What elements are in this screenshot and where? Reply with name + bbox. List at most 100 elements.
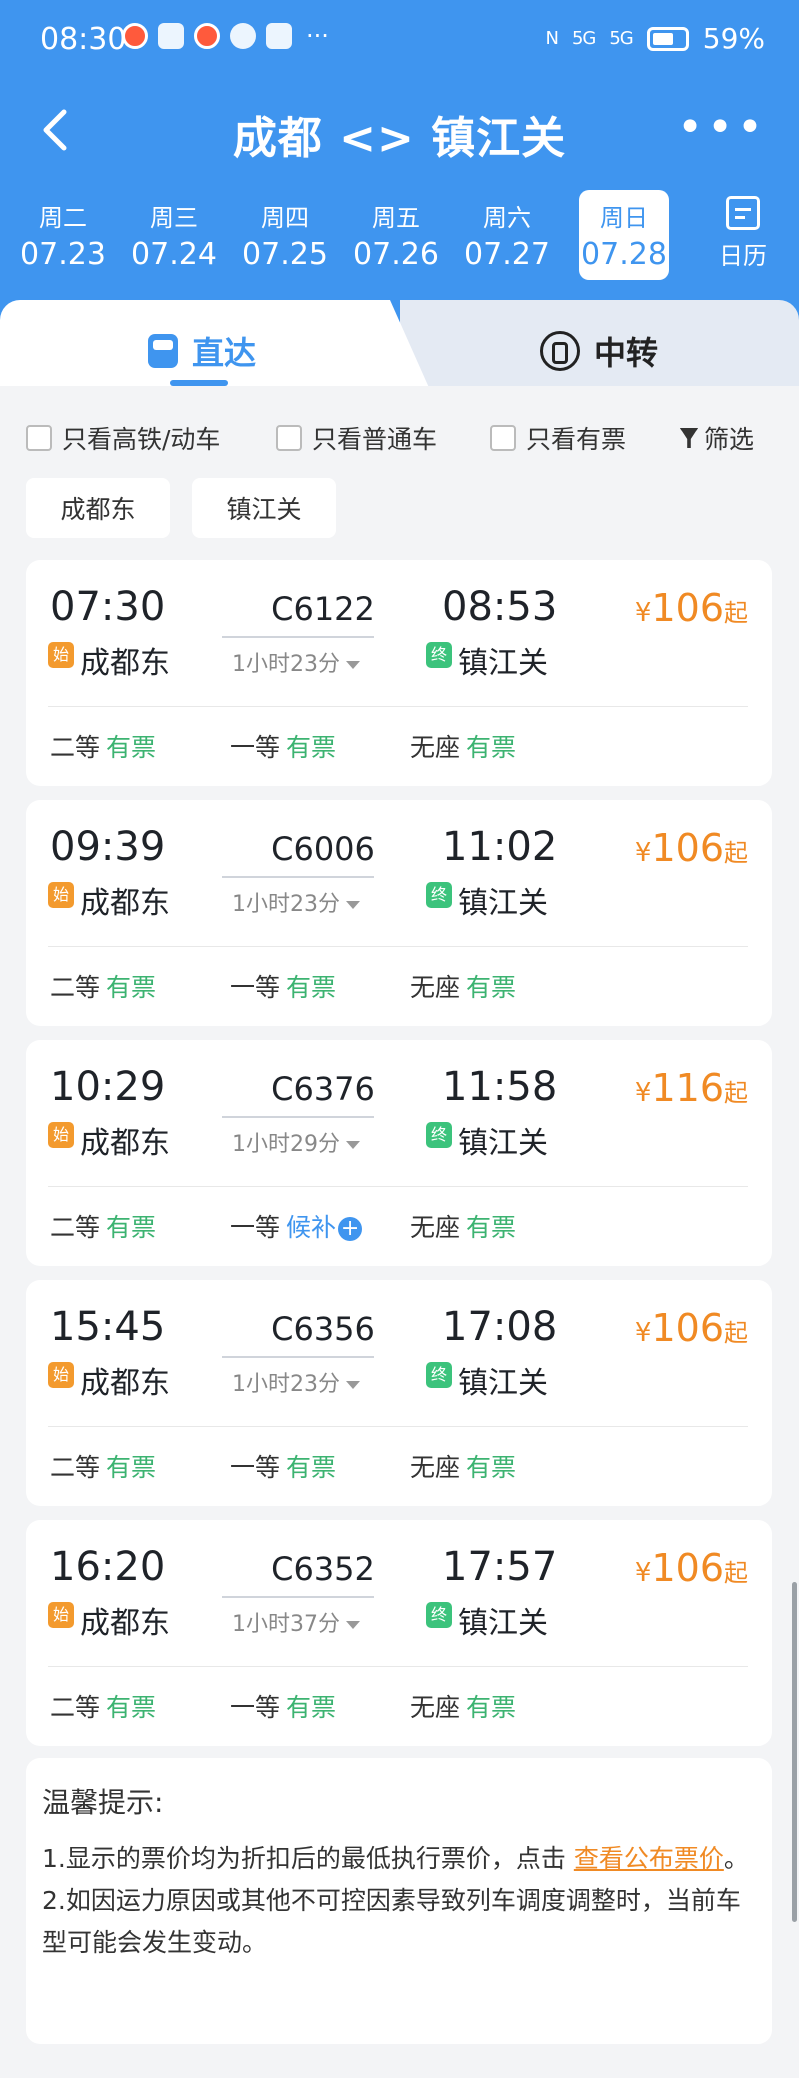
date-weekday: 周六: [483, 204, 531, 232]
duration-text: 1小时23分: [232, 652, 340, 677]
seat-status: 有票: [466, 1213, 517, 1242]
date-value: 07.28: [581, 237, 667, 272]
train-card[interactable]: 16:20 C6352 1小时37分 17:57 始 成都东 终 镇江关 ¥10…: [26, 1520, 772, 1746]
date-tab[interactable]: 周六 07.27: [462, 190, 552, 280]
price-suffix: 起: [724, 1319, 748, 1347]
tips-card: 温馨提示: 1.显示的票价均为折扣后的最低执行票价，点击 查看公布票价。 2.如…: [26, 1758, 772, 2044]
seat-class: 二等: [50, 1453, 101, 1482]
duration-text: 1小时37分: [232, 1612, 340, 1637]
arrival-station: 镇江关: [458, 1606, 548, 1641]
price-value: 106: [651, 826, 724, 870]
seat-class: 二等: [50, 733, 101, 762]
duration-line: [222, 1116, 374, 1118]
tips-title: 温馨提示:: [42, 1786, 164, 1819]
duration[interactable]: 1小时23分: [232, 1366, 360, 1398]
filter-screen-button[interactable]: 筛选: [680, 420, 754, 456]
checkbox[interactable]: [276, 425, 302, 451]
notification-icons: ···: [122, 22, 329, 50]
checkbox[interactable]: [26, 425, 52, 451]
transfer-train-icon: [540, 331, 580, 371]
tab-transfer[interactable]: 中转: [540, 328, 658, 374]
tab-direct[interactable]: 直达: [148, 328, 256, 374]
station-chip-arrival[interactable]: 镇江关: [192, 478, 336, 538]
price-suffix: 起: [724, 599, 748, 627]
duration[interactable]: 1小时29分: [232, 1126, 360, 1158]
seat-first-class: 一等 有票: [230, 968, 336, 1004]
arrival-time: 11:02: [442, 824, 558, 870]
tips-line-1-end: 。: [723, 1844, 749, 1873]
date-value: 07.26: [353, 237, 439, 272]
filter-available[interactable]: 只看有票: [490, 420, 626, 456]
chevron-down-icon: [346, 901, 360, 909]
seat-class: 一等: [230, 1693, 281, 1722]
filter-label: 只看有票: [526, 425, 627, 454]
seat-status: 有票: [286, 733, 337, 762]
price-value: 106: [651, 586, 724, 630]
departure-time: 07:30: [50, 584, 166, 630]
seat-status-waitlist: 候补: [286, 1213, 337, 1242]
seat-second-class: 二等 有票: [50, 1448, 156, 1484]
end-station-badge: 终: [426, 642, 452, 668]
divider: [48, 1426, 748, 1427]
train-card[interactable]: 10:29 C6376 1小时29分 11:58 始 成都东 终 镇江关 ¥11…: [26, 1040, 772, 1266]
scrollbar[interactable]: [792, 1582, 797, 1922]
filter-label: 筛选: [704, 425, 755, 454]
departure-time: 16:20: [50, 1544, 166, 1590]
filter-normal-train[interactable]: 只看普通车: [276, 420, 437, 456]
seat-no-seat: 无座 有票: [410, 1208, 516, 1244]
chevron-down-icon: [346, 661, 360, 669]
seat-status: 有票: [466, 1453, 517, 1482]
seat-first-class[interactable]: 一等 候补 +: [230, 1208, 363, 1244]
date-tab[interactable]: 周四 07.25: [240, 190, 330, 280]
seat-class: 一等: [230, 1213, 281, 1242]
results-area: 只看高铁/动车 只看普通车 只看有票 筛选 成都东 镇江关 07:30 C612…: [0, 386, 799, 2078]
duration-text: 1小时29分: [232, 1132, 340, 1157]
date-value: 07.27: [464, 237, 550, 272]
date-tab[interactable]: 周二 07.23: [18, 190, 108, 280]
checkbox[interactable]: [490, 425, 516, 451]
date-tab[interactable]: 周五 07.26: [351, 190, 441, 280]
date-tab[interactable]: 周三 07.24: [129, 190, 219, 280]
price: ¥106起: [635, 586, 748, 630]
arrival-station: 镇江关: [458, 1126, 548, 1161]
signal-icon: 5G: [609, 28, 633, 49]
duration[interactable]: 1小时23分: [232, 886, 360, 918]
departure-time: 15:45: [50, 1304, 166, 1350]
station-chip-departure[interactable]: 成都东: [26, 478, 170, 538]
departure-station: 成都东: [80, 1606, 170, 1641]
train-card[interactable]: 09:39 C6006 1小时23分 11:02 始 成都东 终 镇江关 ¥10…: [26, 800, 772, 1026]
more-icon[interactable]: •••: [677, 106, 767, 150]
seat-status: 有票: [286, 1453, 337, 1482]
filter-high-speed[interactable]: 只看高铁/动车: [26, 420, 220, 456]
plus-icon[interactable]: +: [338, 1217, 363, 1241]
price-value: 116: [651, 1066, 724, 1110]
date-weekday: 周四: [261, 204, 309, 232]
date-weekday: 周三: [150, 204, 198, 232]
battery-percent: 59%: [702, 22, 765, 55]
view-published-fare-link[interactable]: 查看公布票价: [574, 1844, 724, 1873]
seat-status: 有票: [466, 1693, 517, 1722]
seat-status: 有票: [106, 1213, 157, 1242]
tips-line-2: 2.如因运力原因或其他不可控因素导致列车调度调整时，当前车型可能会发生变动。: [42, 1886, 741, 1957]
tips-line-1-text: 1.显示的票价均为折扣后的最低执行票价，点击: [42, 1844, 574, 1873]
route-tabs: 直达 中转: [0, 300, 799, 390]
currency-symbol: ¥: [634, 1318, 652, 1348]
calendar-button[interactable]: 日历: [713, 196, 773, 271]
departure-time: 10:29: [50, 1064, 166, 1110]
price: ¥106起: [635, 1546, 748, 1590]
train-card[interactable]: 15:45 C6356 1小时23分 17:08 始 成都东 终 镇江关 ¥10…: [26, 1280, 772, 1506]
duration[interactable]: 1小时23分: [232, 646, 360, 678]
arrival-station: 镇江关: [458, 886, 548, 921]
price-suffix: 起: [724, 1559, 748, 1587]
departure-time: 09:39: [50, 824, 166, 870]
duration-text: 1小时23分: [232, 1372, 340, 1397]
date-tab-selected[interactable]: 周日 07.28: [579, 190, 669, 280]
arrival-station: 镇江关: [458, 646, 548, 681]
price-value: 106: [651, 1306, 724, 1350]
price: ¥116起: [635, 1066, 748, 1110]
weibo-icon: [194, 23, 220, 49]
seat-status: 有票: [466, 733, 517, 762]
duration[interactable]: 1小时37分: [232, 1606, 360, 1638]
train-card[interactable]: 07:30 C6122 1小时23分 08:53 始 成都东 终 镇江关 ¥10…: [26, 560, 772, 786]
duration-text: 1小时23分: [232, 892, 340, 917]
